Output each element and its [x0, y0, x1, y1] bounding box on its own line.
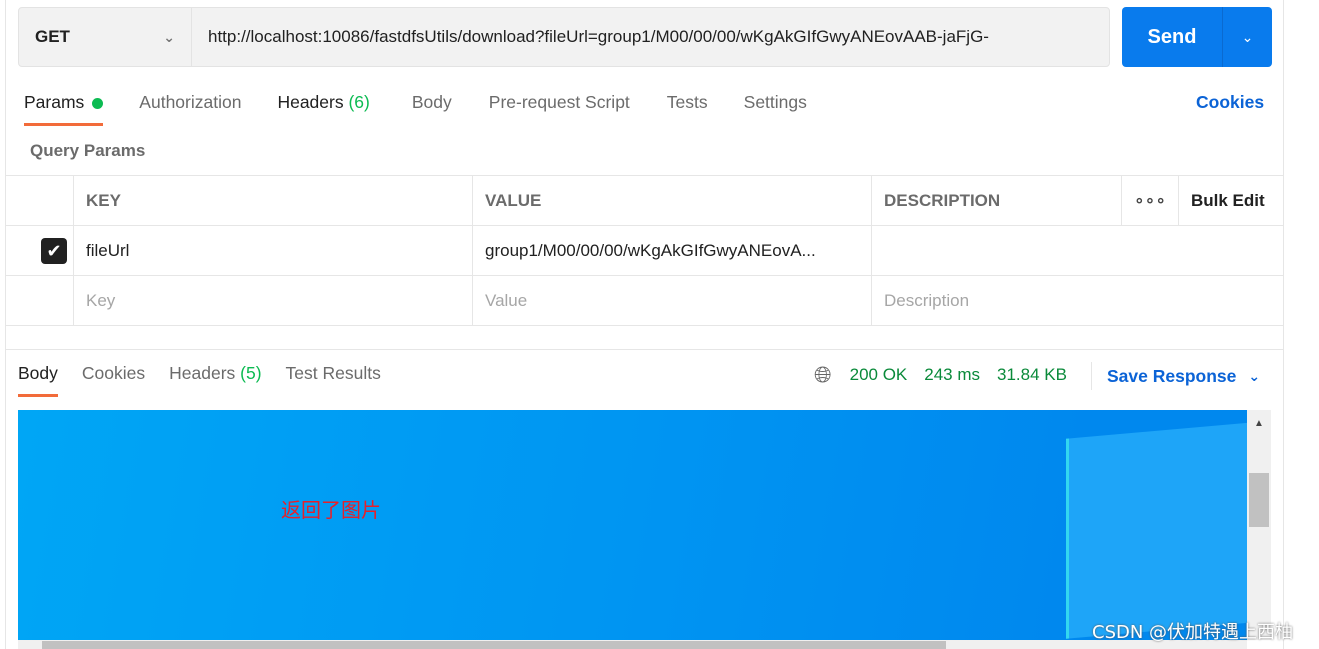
url-input[interactable]: http://localhost:10086/fastdfsUtils/down… — [192, 27, 989, 47]
horizontal-scroll-thumb[interactable] — [42, 641, 946, 649]
vertical-scroll-thumb[interactable] — [1249, 473, 1269, 527]
table-header-row: KEY VALUE DESCRIPTION ∘∘∘ Bulk Edit — [5, 175, 1284, 226]
method-label: GET — [35, 27, 70, 46]
tab-response-body[interactable]: Body — [18, 363, 58, 397]
scroll-up-icon[interactable]: ▲ — [1247, 418, 1271, 429]
params-active-dot — [92, 97, 104, 109]
key-input[interactable]: Key — [73, 275, 473, 326]
tab-settings[interactable]: Settings — [744, 92, 807, 113]
request-tabs: Params Authorization Headers (6) Body Pr… — [24, 92, 807, 126]
status-code[interactable]: 200 OK — [850, 365, 908, 385]
tab-body[interactable]: Body — [412, 92, 452, 113]
response-image: 返回了图片 — [18, 410, 1247, 640]
tab-tests[interactable]: Tests — [667, 92, 708, 113]
watermark: CSDN @伏加特遇上西柚 — [1092, 622, 1294, 643]
value-cell[interactable]: group1/M00/00/00/wKgAkGIfGwyANEovA... — [472, 225, 872, 276]
chevron-down-icon: ⌄ — [1248, 367, 1261, 384]
response-size[interactable]: 31.84 KB — [997, 365, 1067, 385]
response-status: 🌐︎ 200 OK 243 ms 31.84 KB — [814, 362, 1084, 388]
key-cell[interactable]: fileUrl — [73, 225, 473, 276]
key-header: KEY — [73, 175, 473, 226]
bulk-edit-button[interactable]: Bulk Edit — [1178, 175, 1284, 226]
tab-pre-request-script[interactable]: Pre-request Script — [489, 92, 630, 113]
tab-params[interactable]: Params — [24, 92, 104, 126]
value-input[interactable]: Value — [472, 275, 872, 326]
response-time[interactable]: 243 ms — [924, 365, 980, 385]
query-params-title: Query Params — [30, 141, 146, 160]
url-bar: GET ⌄ http://localhost:10086/fastdfsUtils… — [18, 7, 1110, 67]
params-table: KEY VALUE DESCRIPTION ∘∘∘ Bulk Edit ✔ fi… — [5, 175, 1284, 326]
send-button-group: Send ⌄ — [1122, 7, 1272, 67]
description-input[interactable]: Description — [871, 275, 1284, 326]
divider — [5, 349, 1284, 350]
more-options-icon[interactable]: ∘∘∘ — [1121, 175, 1179, 226]
window-pane-graphic — [1066, 421, 1247, 639]
tab-headers[interactable]: Headers (6) — [277, 92, 369, 113]
save-response-button[interactable]: Save Response ⌄ — [1091, 362, 1260, 390]
description-header: DESCRIPTION — [871, 175, 1122, 226]
tab-response-cookies[interactable]: Cookies — [82, 363, 145, 384]
table-row-empty: Key Value Description — [5, 275, 1284, 326]
tab-test-results[interactable]: Test Results — [286, 363, 381, 384]
chevron-down-icon: ⌄ — [163, 28, 175, 45]
annotation-text: 返回了图片 — [281, 498, 381, 522]
send-options-chevron-icon[interactable]: ⌄ — [1223, 7, 1272, 67]
send-button[interactable]: Send — [1122, 7, 1223, 67]
value-header: VALUE — [472, 175, 872, 226]
tab-authorization[interactable]: Authorization — [139, 92, 241, 113]
method-select[interactable]: GET ⌄ — [19, 8, 192, 66]
description-cell[interactable] — [871, 225, 1284, 276]
globe-icon[interactable]: 🌐︎ — [814, 362, 832, 388]
response-tabs: Body Cookies Headers (5) Test Results — [18, 363, 381, 397]
table-row: ✔ fileUrl group1/M00/00/00/wKgAkGIfGwyAN… — [5, 225, 1284, 276]
cookies-link[interactable]: Cookies — [1196, 92, 1264, 113]
row-checkbox[interactable]: ✔ — [41, 237, 67, 264]
tab-response-headers[interactable]: Headers (5) — [169, 363, 261, 384]
